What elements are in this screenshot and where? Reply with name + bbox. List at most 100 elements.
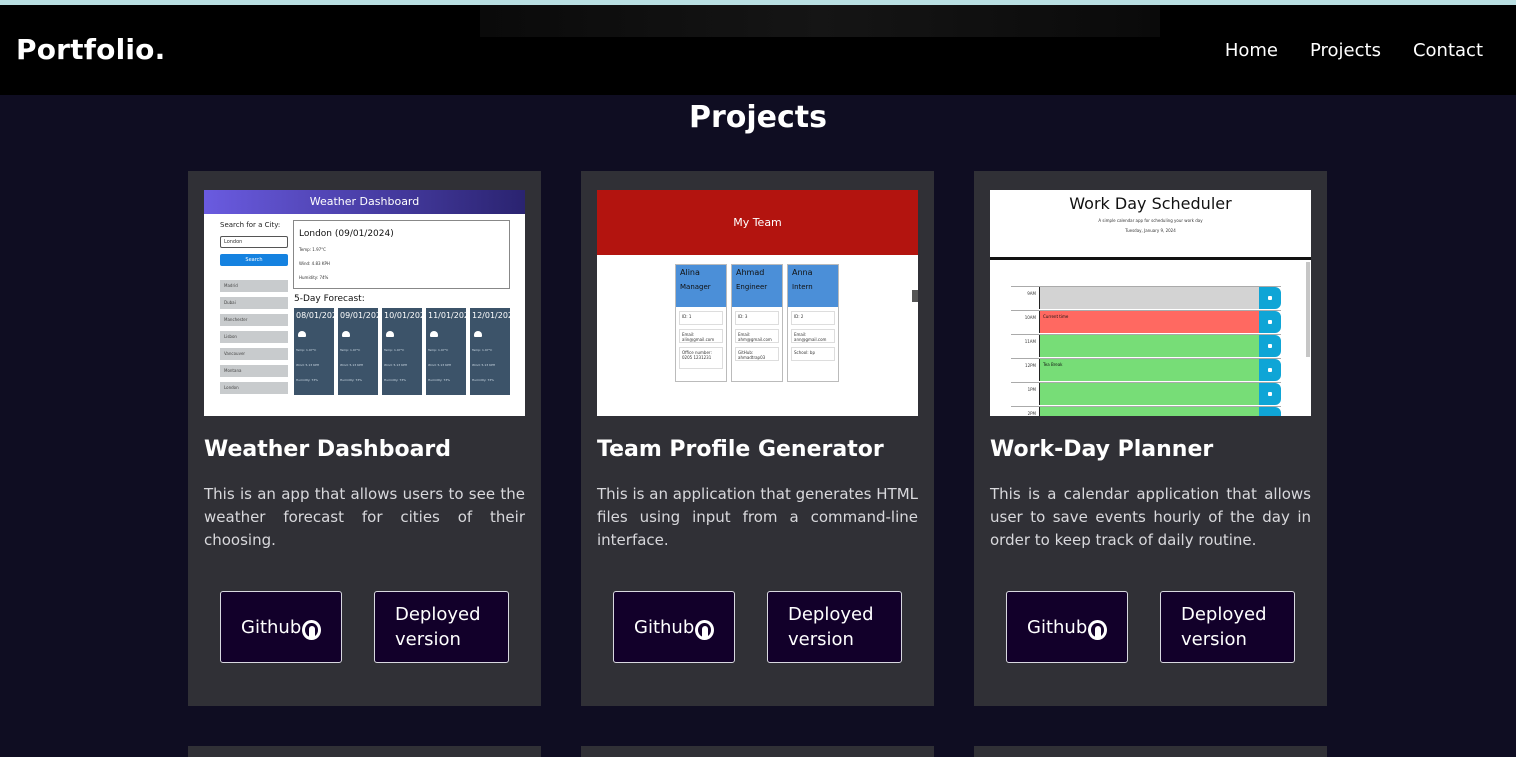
cloud-icon bbox=[430, 331, 438, 337]
thumb-forecast-day: 09/01/2024 Temp: 1.97°C Wind: 5.13 KPH H… bbox=[338, 308, 386, 395]
thumb-search-button: Search bbox=[220, 254, 288, 266]
thumb-member-row: ID: 3 bbox=[735, 311, 779, 325]
github-label: Github bbox=[634, 616, 695, 638]
save-icon bbox=[1259, 359, 1281, 381]
thumb-member-row: ID: 2 bbox=[791, 311, 835, 325]
thumb-member-card: Alina Manager ID: 1 Email: alin@gmail.co… bbox=[675, 264, 727, 382]
github-button[interactable]: Github bbox=[1006, 591, 1128, 663]
thumb-forecast-line: Humidity: 73% bbox=[340, 378, 363, 382]
thumb-member-row: Office number: 0205 1231231 bbox=[679, 347, 723, 369]
thumb-forecast-line: Humidity: 73% bbox=[384, 378, 407, 382]
thumb-header: Weather Dashboard bbox=[204, 190, 525, 214]
thumb-member-name: Anna bbox=[792, 268, 813, 277]
thumb-member-card: Anna Intern ID: 2 Email: ann@gmail.com S… bbox=[787, 264, 839, 382]
thumb-date: Tuesday, January 9, 2024 bbox=[1125, 228, 1176, 233]
thumb-member-card: Ahmad Engineer ID: 3 Email: ahm@gmail.co… bbox=[731, 264, 783, 382]
project-title: Work-Day Planner bbox=[990, 437, 1214, 462]
thumb-member-row: Email: alin@gmail.com bbox=[679, 329, 723, 343]
thumb-event-field bbox=[1040, 335, 1259, 357]
save-icon bbox=[1259, 407, 1281, 416]
thumb-hour-label: 9AM bbox=[1011, 287, 1040, 309]
deployed-version-button[interactable]: Deployed version bbox=[767, 591, 902, 663]
thumb-forecast-date: 12/01/2024 bbox=[472, 311, 519, 320]
project-card-weather: Weather Dashboard Search for a City: Lon… bbox=[188, 171, 541, 706]
thumb-subtitle: A simple calendar app for scheduling you… bbox=[1098, 218, 1203, 223]
github-label: Github bbox=[1027, 616, 1088, 638]
thumb-scrollbar bbox=[1306, 262, 1310, 357]
nav-link-projects[interactable]: Projects bbox=[1310, 40, 1381, 61]
nav-links: Home Projects Contact bbox=[1225, 40, 1483, 61]
thumb-current-line: Wind: 4.83 KPH bbox=[299, 261, 330, 266]
thumb-forecast-line: Temp: 1.97°C bbox=[384, 348, 405, 352]
thumb-forecast-day: 10/01/2024 Temp: 1.97°C Wind: 5.13 KPH H… bbox=[382, 308, 431, 395]
github-button[interactable]: Github bbox=[613, 591, 735, 663]
thumb-history-item: Vancouver bbox=[220, 348, 288, 360]
thumb-member-header: Ahmad Engineer bbox=[732, 265, 782, 307]
thumb-history-item: Madrid bbox=[220, 280, 288, 292]
github-icon bbox=[695, 620, 714, 640]
project-title: Team Profile Generator bbox=[597, 437, 884, 462]
thumb-current-weather: London (09/01/2024) Temp: 1.97°C Wind: 4… bbox=[293, 220, 510, 289]
thumb-event-field bbox=[1040, 287, 1259, 309]
nav-link-contact[interactable]: Contact bbox=[1413, 40, 1483, 61]
thumb-current-city: London (09/01/2024) bbox=[299, 229, 394, 239]
thumb-event-field: Tea Break bbox=[1040, 359, 1259, 381]
project-thumbnail[interactable]: Weather Dashboard Search for a City: Lon… bbox=[204, 190, 525, 416]
thumb-history-item: London bbox=[220, 382, 288, 394]
thumb-title: Work Day Scheduler bbox=[1069, 194, 1232, 213]
thumb-forecast-line: Temp: 1.97°C bbox=[340, 348, 361, 352]
github-icon bbox=[1088, 620, 1107, 640]
thumb-header: My Team bbox=[597, 190, 918, 255]
project-card-next bbox=[188, 746, 541, 757]
thumb-forecast-line: Wind: 5.13 KPH bbox=[472, 363, 496, 367]
project-card-next bbox=[974, 746, 1327, 757]
thumb-forecast-line: Temp: 1.97°C bbox=[472, 348, 493, 352]
thumb-history-item: Manchester bbox=[220, 314, 288, 326]
deployed-version-button[interactable]: Deployed version bbox=[374, 591, 509, 663]
thumb-time-row: 12PM Tea Break bbox=[1011, 358, 1281, 381]
save-icon bbox=[1259, 383, 1281, 405]
github-button[interactable]: Github bbox=[220, 591, 342, 663]
project-description: This is an app that allows users to see … bbox=[204, 485, 525, 549]
thumb-history-item: Montana bbox=[220, 365, 288, 377]
cloud-icon bbox=[298, 331, 306, 337]
thumb-current-line: Temp: 1.97°C bbox=[299, 247, 326, 252]
nav-link-home[interactable]: Home bbox=[1225, 40, 1278, 61]
thumb-forecast-line: Wind: 5.13 KPH bbox=[428, 363, 452, 367]
thumb-time-row: 10AM Current time bbox=[1011, 310, 1281, 333]
thumb-forecast-date: 11/01/2024 bbox=[428, 311, 475, 320]
project-thumbnail[interactable]: My Team Alina Manager ID: 1 Email: alin@… bbox=[597, 190, 918, 416]
thumb-member-name: Alina bbox=[680, 268, 700, 277]
save-icon bbox=[1259, 311, 1281, 333]
thumb-time-row: 1PM bbox=[1011, 382, 1281, 405]
thumb-search-input: London bbox=[220, 236, 288, 248]
thumb-hour-label: 11AM bbox=[1011, 335, 1040, 357]
deployed-version-button[interactable]: Deployed version bbox=[1160, 591, 1295, 663]
thumb-forecast-date: 08/01/2024 bbox=[296, 311, 343, 320]
thumb-forecast-day: 11/01/2024 Temp: 1.97°C Wind: 5.13 KPH H… bbox=[426, 308, 475, 395]
brand-logo[interactable]: Portfolio. bbox=[16, 33, 165, 66]
thumb-member-row: School: bp bbox=[791, 347, 835, 361]
thumb-forecast-day: 12/01/2024 Temp: 1.97°C Wind: 5.13 KPH H… bbox=[470, 308, 519, 395]
thumb-member-role: Engineer bbox=[736, 283, 768, 291]
thumb-forecast-title: 5-Day Forecast: bbox=[294, 294, 365, 304]
thumb-forecast-line: Wind: 5.13 KPH bbox=[296, 363, 320, 367]
thumb-forecast-day: 08/01/2024 Temp: 1.97°C Wind: 5.13 KPH H… bbox=[294, 308, 343, 395]
thumb-history-item: Lisbon bbox=[220, 331, 288, 343]
save-icon bbox=[1259, 335, 1281, 357]
project-thumbnail[interactable]: Work Day Scheduler A simple calendar app… bbox=[990, 190, 1311, 416]
thumb-forecast-line: Humidity: 73% bbox=[472, 378, 495, 382]
thumb-member-header: Alina Manager bbox=[676, 265, 726, 307]
thumb-search-label: Search for a City: bbox=[220, 221, 281, 229]
project-description: This is an application that generates HT… bbox=[597, 485, 918, 549]
navbar: Portfolio. Home Projects Contact bbox=[0, 5, 1516, 95]
hero-background bbox=[480, 5, 1160, 37]
thumb-forecast-line: Temp: 1.97°C bbox=[428, 348, 449, 352]
thumb-event-field bbox=[1040, 407, 1259, 416]
project-description: This is a calendar application that allo… bbox=[990, 485, 1311, 549]
thumb-forecast-date: 10/01/2024 bbox=[384, 311, 431, 320]
thumb-forecast-line: Humidity: 73% bbox=[428, 378, 451, 382]
thumb-hour-label: 2PM bbox=[1011, 407, 1040, 416]
thumb-time-row: 11AM bbox=[1011, 334, 1281, 357]
section-title: Projects bbox=[688, 100, 827, 135]
